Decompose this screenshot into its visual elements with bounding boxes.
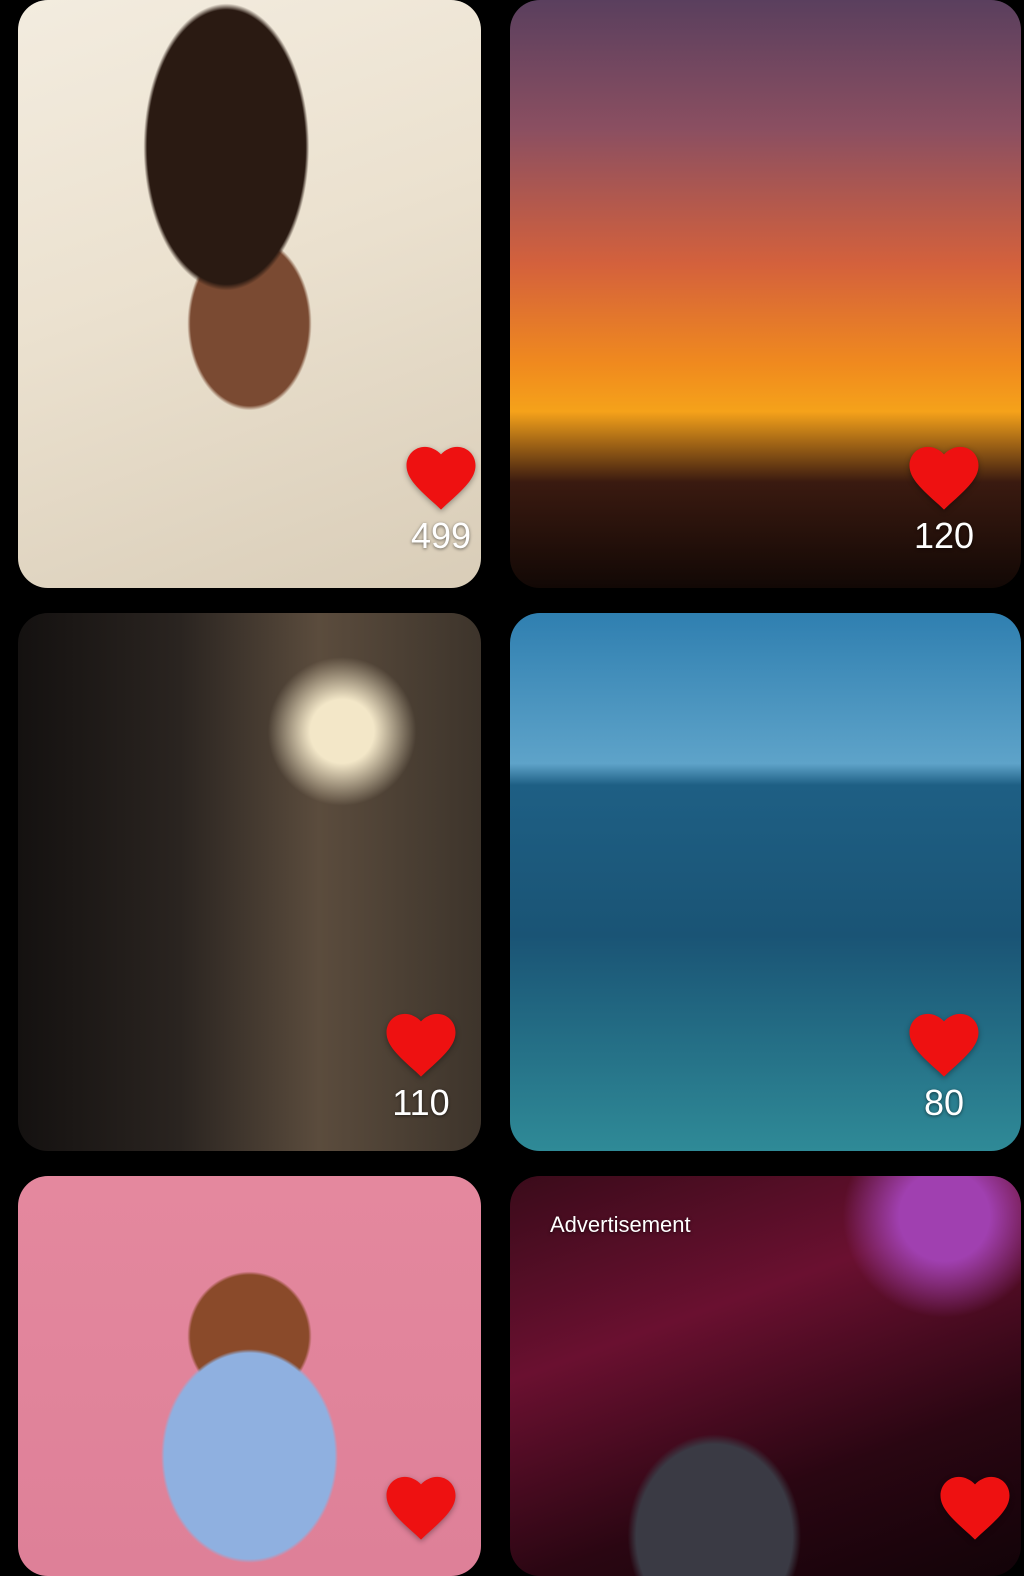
advertisement-label: Advertisement [550,1212,691,1237]
like-count: 110 [392,1082,450,1123]
like-widget[interactable]: 80 [904,1013,984,1123]
like-widget[interactable]: 120 [904,446,984,556]
feed-card-2[interactable]: 120 [510,0,1021,588]
heart-icon[interactable] [907,1013,981,1079]
like-count: 120 [913,515,975,556]
heart-icon[interactable] [938,1476,1012,1542]
heart-icon[interactable] [384,1013,458,1079]
heart-icon[interactable] [404,446,478,512]
feed-card-4[interactable]: 80 [510,613,1021,1151]
feed-card-1[interactable]: 499 [18,0,481,588]
heart-icon[interactable] [907,446,981,512]
like-widget[interactable]: 110 [381,1013,461,1123]
like-count: 80 [923,1082,965,1123]
like-widget[interactable]: 499 [401,446,481,556]
feed-card-3[interactable]: 110 [18,613,481,1151]
heart-icon[interactable] [384,1476,458,1542]
like-count: 499 [410,515,472,556]
feed-card-ad[interactable]: Advertisement [510,1176,1021,1576]
feed-card-5[interactable] [18,1176,481,1576]
